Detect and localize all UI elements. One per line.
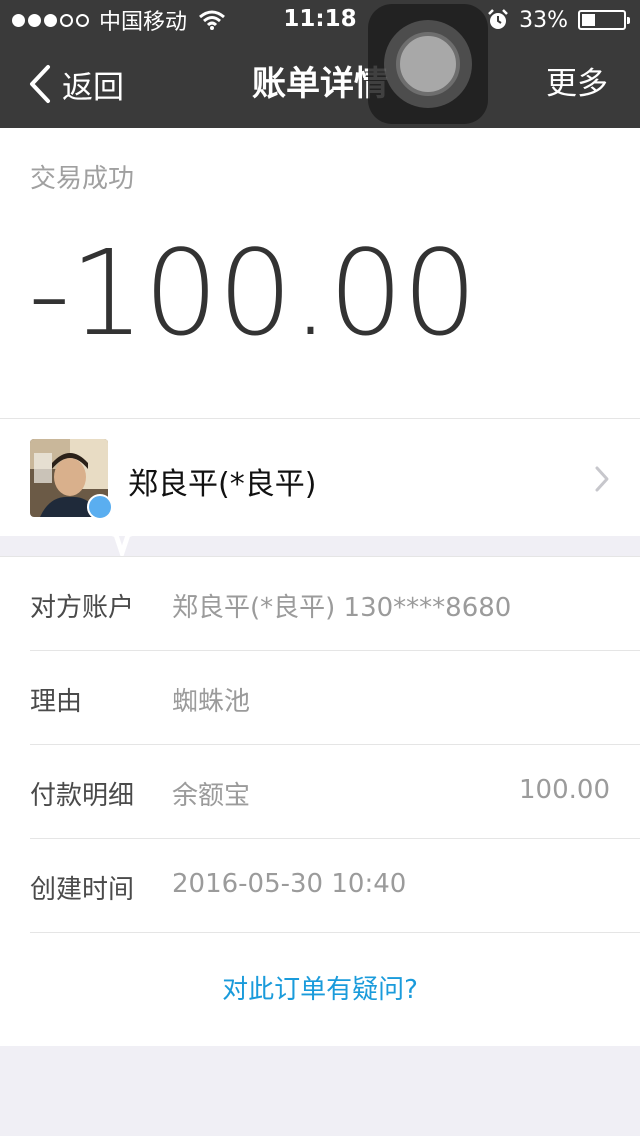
detail-label: 对方账户: [30, 593, 135, 623]
transaction-summary: 交易成功 -100.00 郑良平(*良平): [0, 128, 640, 561]
detail-label: 创建时间: [30, 875, 135, 905]
verified-badge-icon: [87, 494, 154, 561]
detail-row-account: 对方账户 郑良平(*良平) 130****8680: [30, 557, 640, 651]
alarm-icon: [488, 9, 508, 29]
payee-row[interactable]: 郑良平(*良平): [0, 418, 640, 561]
detail-label: 理由: [30, 687, 83, 717]
battery-level: [582, 14, 596, 26]
order-question-link[interactable]: 对此订单有疑问?: [0, 969, 640, 1006]
detail-row-reason: 理由 蜘蛛池: [30, 651, 640, 745]
detail-label: 付款明细: [30, 781, 135, 811]
transaction-details: 对方账户 郑良平(*良平) 130****8680 理由 蜘蛛池 付款明细 余额…: [0, 556, 640, 1046]
battery-icon: [578, 10, 630, 30]
battery-nub: [627, 17, 630, 24]
assistive-touch-core: [396, 32, 460, 96]
transaction-status: 交易成功: [30, 164, 135, 194]
avatar: [30, 439, 154, 561]
payee-name: 郑良平(*良平): [128, 467, 317, 502]
chevron-right-icon: [595, 466, 609, 492]
transaction-amount: -100.00: [28, 224, 477, 362]
page-title: 账单详情: [252, 64, 388, 104]
battery-percent: 33%: [519, 7, 568, 33]
detail-row-payment: 付款明细 余额宝 100.00: [30, 745, 640, 839]
detail-value: 余额宝: [172, 781, 251, 811]
detail-value: 2016-05-30 10:40: [172, 869, 407, 899]
detail-amount: 100.00: [519, 775, 610, 805]
status-bar: 中国移动 11:18 33%: [0, 0, 640, 40]
assistive-touch-button[interactable]: [368, 4, 488, 124]
status-right: 33%: [487, 6, 630, 34]
detail-row-created: 创建时间 2016-05-30 10:40: [30, 839, 640, 933]
navigation-bar: 返回 账单详情 更多: [0, 40, 640, 128]
detail-value: 蜘蛛池: [172, 687, 251, 717]
more-button[interactable]: 更多: [546, 62, 608, 106]
detail-value: 郑良平(*良平) 130****8680: [172, 593, 512, 623]
